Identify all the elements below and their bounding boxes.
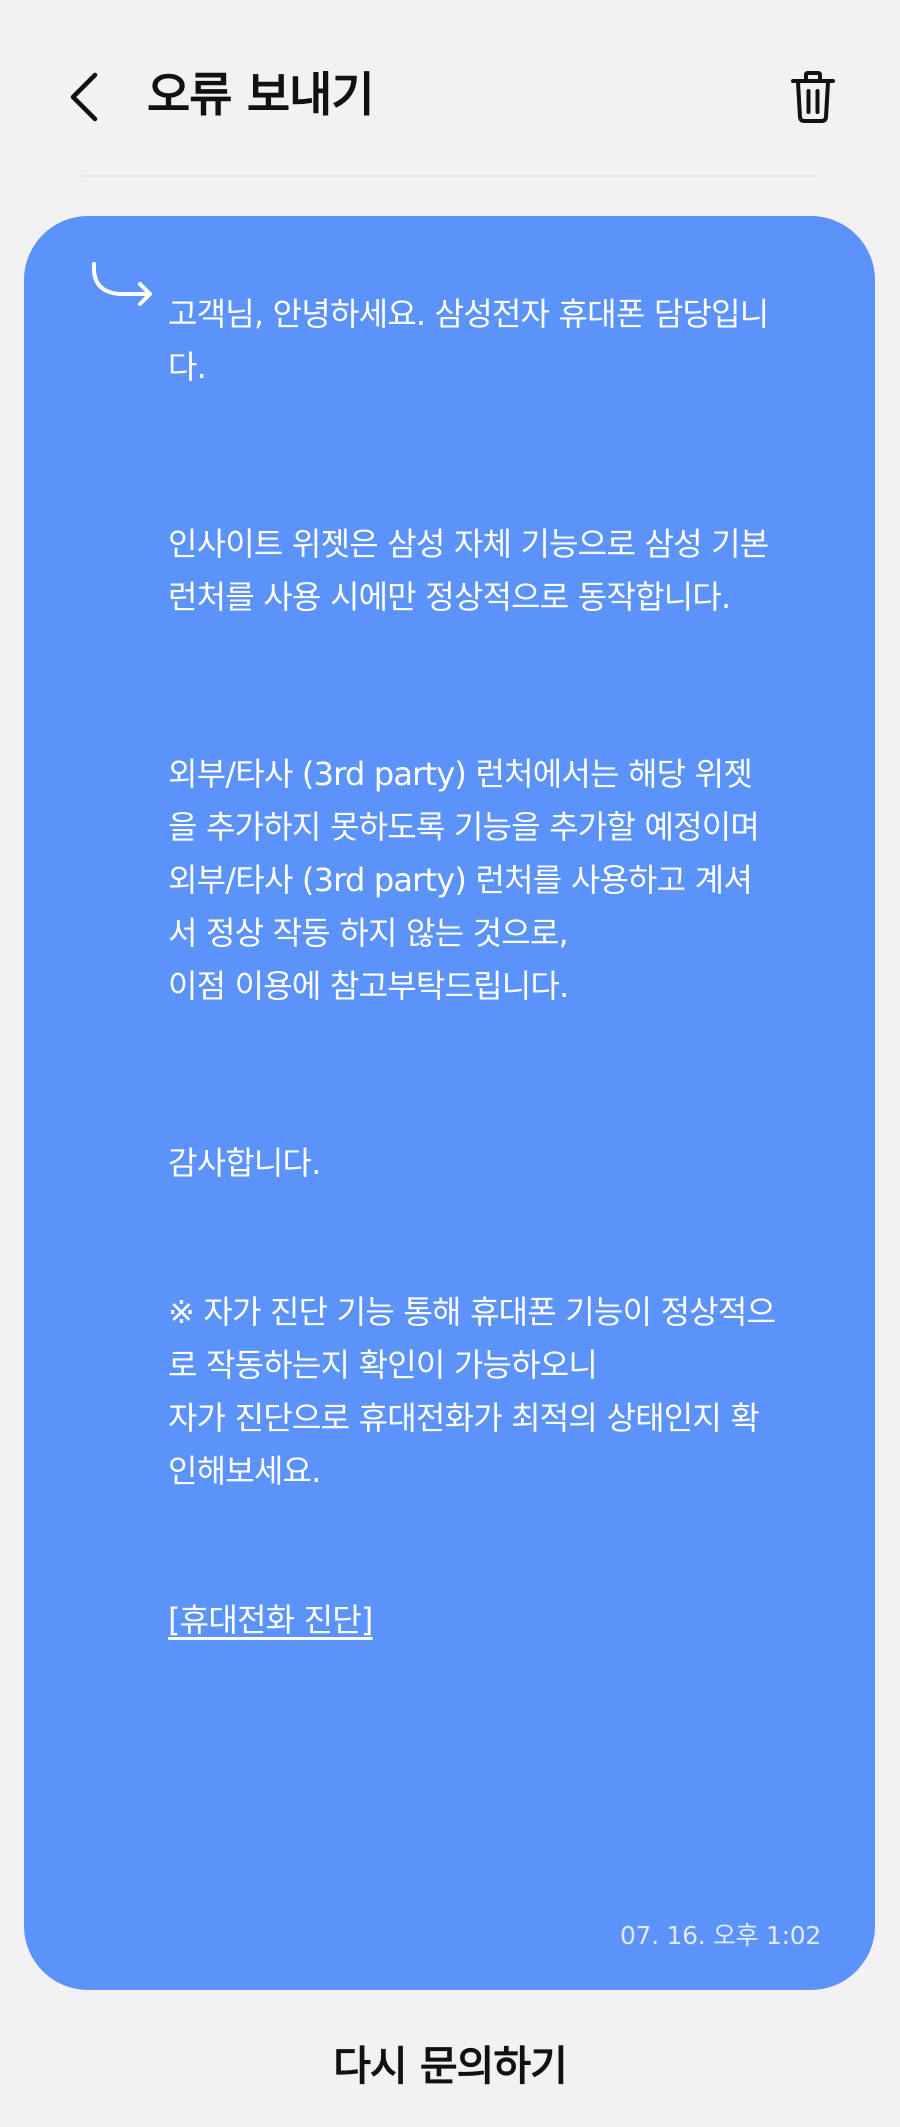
message-line: 고객님, 안녕하세요. 삼성전자 휴대폰 담당입니 bbox=[168, 295, 769, 333]
message-line: 인사이트 위젯은 삼성 자체 기능으로 삼성 기본 bbox=[168, 525, 769, 563]
phone-diagnostics-link[interactable]: [휴대전화 진단] bbox=[168, 1601, 373, 1639]
message-line: ※ 자가 진단 기능 통해 휴대폰 기능이 정상적으 bbox=[168, 1293, 776, 1331]
reask-button[interactable]: 다시 문의하기 bbox=[0, 2022, 900, 2102]
message-body: 고객님, 안녕하세요. 삼성전자 휴대폰 담당입니 다. 인사이트 위젯은 삼성… bbox=[168, 288, 868, 1647]
header-divider bbox=[82, 175, 818, 177]
back-button[interactable] bbox=[60, 62, 108, 132]
message-line: 인해보세요. bbox=[168, 1452, 321, 1490]
header: 오류 보내기 bbox=[0, 0, 900, 175]
reply-arrow-icon bbox=[91, 262, 152, 306]
reply-message-bubble: 고객님, 안녕하세요. 삼성전자 휴대폰 담당입니 다. 인사이트 위젯은 삼성… bbox=[24, 216, 875, 1990]
message-timestamp: 07. 16. 오후 1:02 bbox=[620, 1921, 821, 1950]
message-line: 이점 이용에 참고부탁드립니다. bbox=[168, 967, 569, 1005]
delete-button[interactable] bbox=[784, 66, 842, 128]
message-line: 자가 진단으로 휴대전화가 최적의 상태인지 확 bbox=[168, 1399, 760, 1437]
message-line: 을 추가하지 못하도록 기능을 추가할 예정이며 bbox=[168, 808, 760, 846]
message-line: 다. bbox=[168, 348, 207, 386]
message-line: 런처를 사용 시에만 정상적으로 동작합니다. bbox=[168, 578, 731, 616]
message-line: 감사합니다. bbox=[168, 1144, 321, 1182]
chevron-left-icon bbox=[70, 72, 98, 122]
trash-icon bbox=[791, 71, 835, 123]
message-line: 외부/타사 (3rd party) 런처에서는 해당 위젯 bbox=[168, 755, 753, 793]
message-line: 서 정상 작동 하지 않는 것으로, bbox=[168, 914, 569, 952]
message-line: 로 작동하는지 확인이 가능하오니 bbox=[168, 1346, 598, 1384]
message-line: 외부/타사 (3rd party) 런처를 사용하고 계셔 bbox=[168, 861, 753, 899]
page-title: 오류 보내기 bbox=[147, 68, 375, 123]
